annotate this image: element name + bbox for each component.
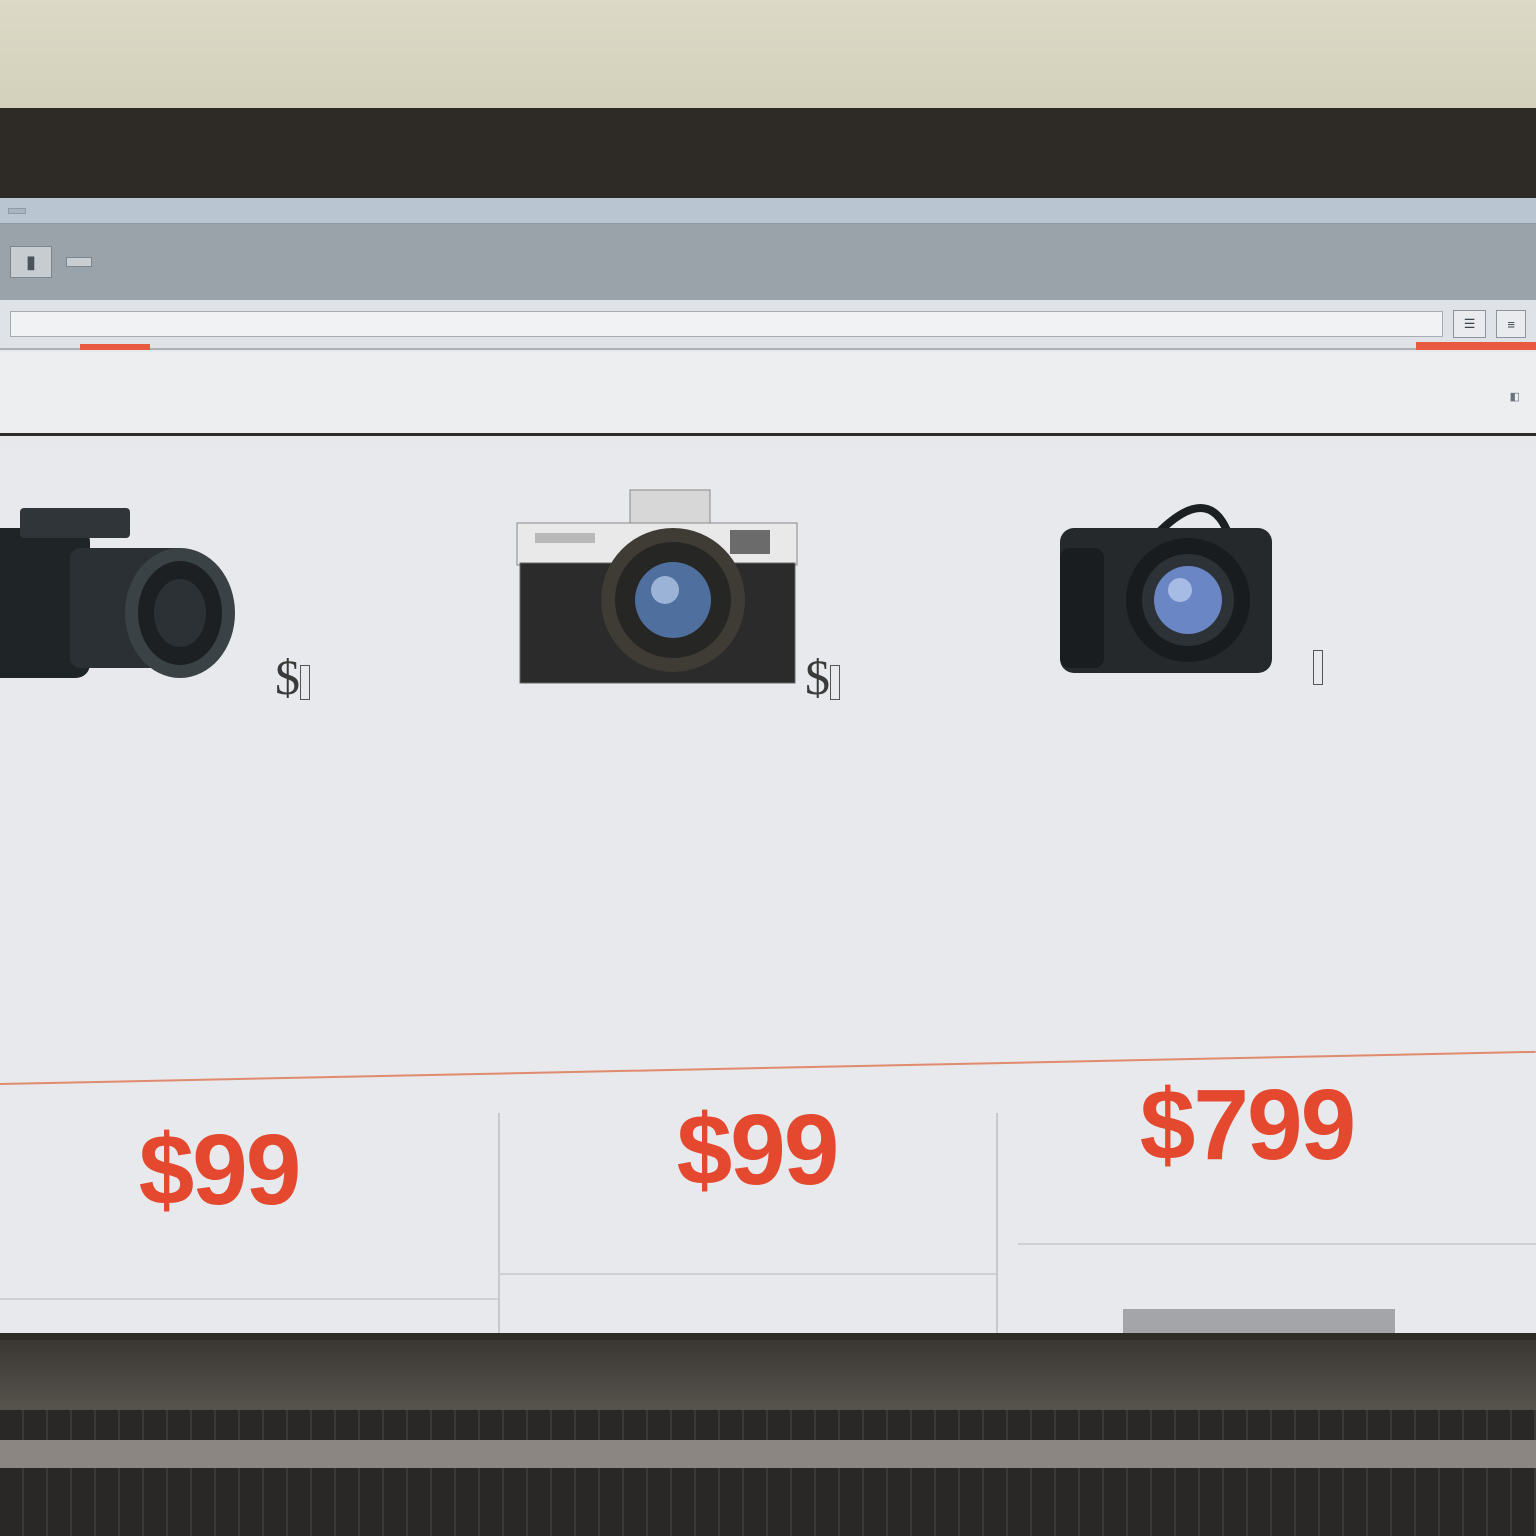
plan-divider <box>1018 1243 1536 1245</box>
plan-3-select-button[interactable] <box>1123 1309 1395 1333</box>
pricing-plan-1: $99 <box>0 1113 500 1333</box>
pricing-plan-2: $99 <box>498 1094 998 1333</box>
plan-price: $99 <box>138 1114 302 1226</box>
tab-bar <box>0 198 1536 224</box>
site-header: ▮ <box>0 224 1536 300</box>
dslr-camera-image[interactable] <box>0 488 270 688</box>
plan-divider <box>498 1273 996 1275</box>
monitor-bottom-bezel <box>0 1340 1536 1410</box>
tag-label <box>1313 649 1323 685</box>
pricing-plan-3: $799 <box>1018 1069 1536 1333</box>
product-tag-dslr: $ <box>275 648 310 706</box>
address-bar[interactable] <box>10 311 1443 337</box>
tag-currency-symbol: $ <box>805 649 830 705</box>
tag-label <box>300 664 310 700</box>
nav-button-1[interactable]: ☰ <box>1452 310 1487 338</box>
plan-price: $99 <box>676 1094 840 1206</box>
desk-edge-line <box>0 1440 1536 1468</box>
site-logo-icon[interactable]: ▮ <box>10 246 52 278</box>
screen: ▮ ☰ ≡ ◧ $ $ $99 $99 $799 <box>0 198 1536 1333</box>
plan-divider <box>0 1298 498 1300</box>
product-card-film[interactable]: $ <box>515 488 840 705</box>
plan-price: $799 <box>1139 1069 1356 1181</box>
tag-label <box>830 664 840 700</box>
list-icon: ≡ <box>1507 316 1515 332</box>
product-card-dslr[interactable]: $ <box>0 488 310 705</box>
nav-button-2[interactable]: ≡ <box>1496 310 1526 338</box>
product-tag-film: $ <box>805 648 840 706</box>
pricing-grid: $99 $99 $799 <box>0 1069 1536 1333</box>
desk-surface <box>0 1410 1536 1536</box>
navigation-bar: ☰ ≡ <box>0 300 1536 350</box>
product-card-mirrorless[interactable] <box>1058 488 1358 688</box>
wall-background <box>0 0 1536 110</box>
product-tag-mirrorless <box>1313 633 1323 691</box>
active-indicator <box>80 344 150 350</box>
film-camera-image[interactable] <box>515 488 815 688</box>
menu-icon: ☰ <box>1463 316 1476 331</box>
site-title[interactable] <box>66 257 92 267</box>
filter-row: ◧ <box>0 352 1536 436</box>
filter-toggle-icon[interactable]: ◧ <box>1510 390 1520 403</box>
browser-tab[interactable] <box>8 207 26 214</box>
accent-indicator <box>1416 342 1536 350</box>
product-showcase: $ $ $99 $99 $799 <box>0 448 1536 1333</box>
tag-currency-symbol: $ <box>275 649 300 705</box>
